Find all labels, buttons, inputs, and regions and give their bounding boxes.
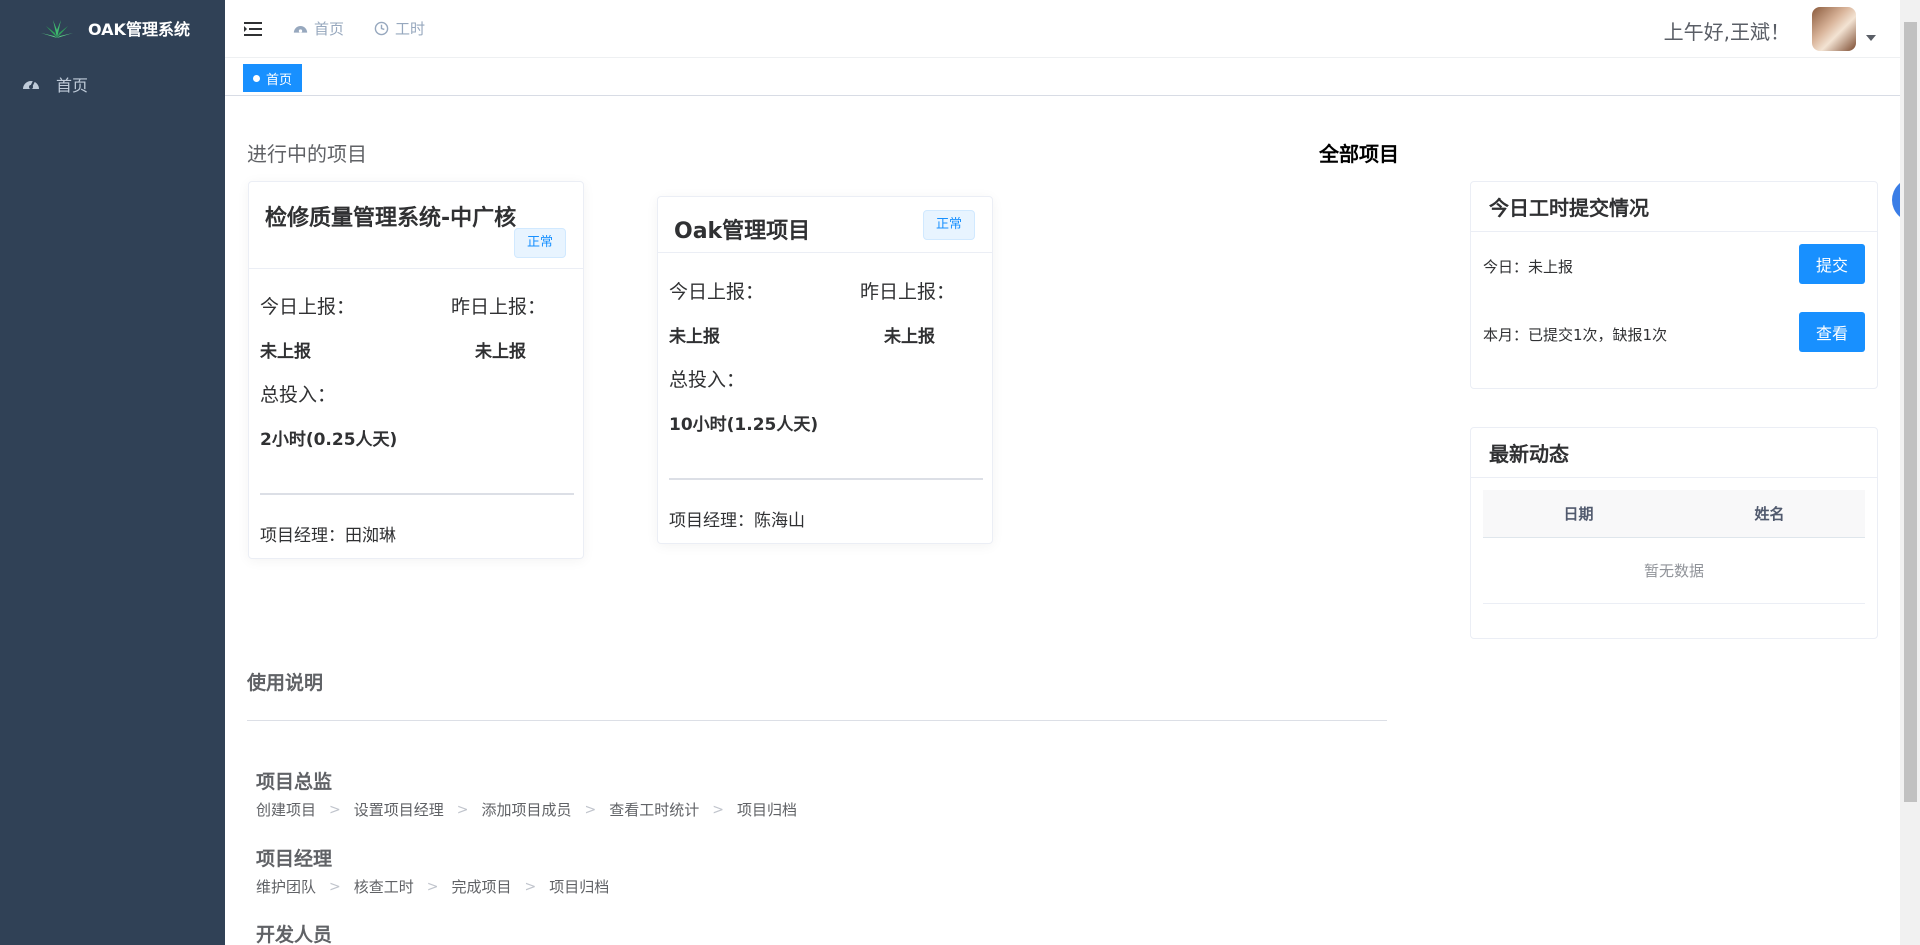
column-date[interactable]: 日期 <box>1483 490 1674 537</box>
today-label: 今日上报： <box>669 281 765 303</box>
table-header: 日期 姓名 <box>1483 490 1865 538</box>
submit-button[interactable]: 提交 <box>1799 244 1865 284</box>
step: 设置项目经理 <box>353 801 444 819</box>
chevron-right-icon: > <box>329 878 341 895</box>
total-label: 总投入： <box>260 384 337 406</box>
worklog-panel: 今日工时提交情况 今日：未上报 提交 本月：已提交1次，缺报1次 查看 <box>1470 181 1878 389</box>
today-label: 今日上报： <box>260 296 356 318</box>
today-value: 未上报 <box>260 342 311 362</box>
chevron-right-icon: > <box>456 801 469 818</box>
chevron-right-icon: > <box>524 878 537 895</box>
divider <box>247 720 1387 721</box>
card-header: Oak管理项目 正常 <box>658 197 992 253</box>
divider <box>260 493 574 495</box>
dashboard-icon <box>23 80 39 89</box>
chevron-right-icon: > <box>584 801 597 818</box>
step: 完成项目 <box>451 878 512 896</box>
tag-label: 首页 <box>266 72 293 88</box>
worklog-today: 今日：未上报 <box>1483 258 1574 276</box>
chevron-right-icon: > <box>712 801 724 818</box>
chevron-right-icon: > <box>426 878 439 895</box>
scroll-thumb[interactable] <box>1904 22 1917 802</box>
role-title: 项目总监 <box>256 771 333 793</box>
total-label: 总投入： <box>669 369 746 391</box>
main-content: 进行中的项目 全部项目 检修质量管理系统-中广核 正常 今日上报： 昨日上报： … <box>225 96 1900 945</box>
scrollbar[interactable] <box>1900 0 1920 945</box>
navbar: 首页 工时 上午好,王斌！ <box>225 0 1920 58</box>
status-badge: 正常 <box>514 228 566 258</box>
section-title: 进行中的项目 <box>247 142 367 166</box>
project-manager: 项目经理：田洳琳 <box>260 526 396 546</box>
activity-panel: 最新动态 日期 姓名 暂无数据 <box>1470 427 1878 639</box>
project-manager: 项目经理：陈海山 <box>669 511 805 531</box>
role-steps: 创建项目 > 设置项目经理 > 添加项目成员 > 查看工时统计 > 项目归档 <box>256 799 797 820</box>
step: 添加项目成员 <box>481 801 572 819</box>
nav-home[interactable]: 首页 <box>293 18 344 39</box>
activity-title: 最新动态 <box>1471 428 1877 478</box>
role-title: 开发人员 <box>256 924 333 945</box>
chevron-right-icon: > <box>329 801 341 818</box>
menu-toggle-icon[interactable] <box>243 19 263 39</box>
view-button[interactable]: 查看 <box>1799 312 1865 352</box>
project-card[interactable]: Oak管理项目 正常 今日上报： 昨日上报： 未上报 未上报 总投入： 10小时… <box>657 196 993 544</box>
step: 项目归档 <box>737 801 798 819</box>
status-badge: 正常 <box>923 210 975 240</box>
usage-title: 使用说明 <box>247 672 324 694</box>
step: 项目归档 <box>549 878 610 896</box>
active-dot-icon <box>253 74 260 82</box>
role-steps: 维护团队 > 核查工时 > 完成项目 > 项目归档 <box>256 876 609 897</box>
empty-state: 暂无数据 <box>1483 538 1865 604</box>
clock-icon <box>374 21 389 36</box>
card-header: 检修质量管理系统-中广核 正常 <box>249 182 583 269</box>
avatar[interactable] <box>1812 7 1856 51</box>
nav-home-label: 首页 <box>314 20 345 38</box>
step: 核查工时 <box>353 878 414 896</box>
caret-down-icon[interactable] <box>1866 35 1876 41</box>
step: 维护团队 <box>256 878 317 896</box>
worklog-title: 今日工时提交情况 <box>1471 182 1877 232</box>
nav-worktime-label: 工时 <box>395 20 426 38</box>
yesterday-value: 未上报 <box>475 342 526 362</box>
all-projects-link[interactable]: 全部项目 <box>1319 138 1399 167</box>
tags-view: 首页 <box>225 58 1900 96</box>
nav-worktime[interactable]: 工时 <box>374 18 425 39</box>
project-name: 检修质量管理系统-中广核 <box>265 206 517 231</box>
tag-home[interactable]: 首页 <box>243 64 303 92</box>
total-value: 10小时(1.25人天) <box>669 415 819 435</box>
project-name: Oak管理项目 <box>674 219 811 244</box>
user-greeting: 上午好,王斌！ <box>1663 20 1790 44</box>
app-title: OAK管理系统 <box>88 20 190 39</box>
role-title: 项目经理 <box>256 848 333 870</box>
yesterday-label: 昨日上报： <box>860 281 956 303</box>
project-card[interactable]: 检修质量管理系统-中广核 正常 今日上报： 昨日上报： 未上报 未上报 总投入：… <box>248 181 584 559</box>
worklog-month: 本月：已提交1次，缺报1次 <box>1483 326 1668 344</box>
sidebar-item-label: 首页 <box>56 76 89 95</box>
today-value: 未上报 <box>669 327 720 347</box>
column-name[interactable]: 姓名 <box>1674 490 1865 537</box>
logo[interactable]: OAK管理系统 <box>0 0 225 56</box>
step: 查看工时统计 <box>609 801 700 819</box>
sidebar-item-home[interactable]: 首页 <box>0 56 225 112</box>
sidebar: OAK管理系统 首页 <box>0 0 225 945</box>
yesterday-value: 未上报 <box>884 327 935 347</box>
step: 创建项目 <box>256 801 317 819</box>
yesterday-label: 昨日上报： <box>451 296 547 318</box>
divider <box>669 478 983 480</box>
logo-icon <box>41 20 73 38</box>
dashboard-icon <box>293 26 308 33</box>
total-value: 2小时(0.25人天) <box>260 430 398 450</box>
